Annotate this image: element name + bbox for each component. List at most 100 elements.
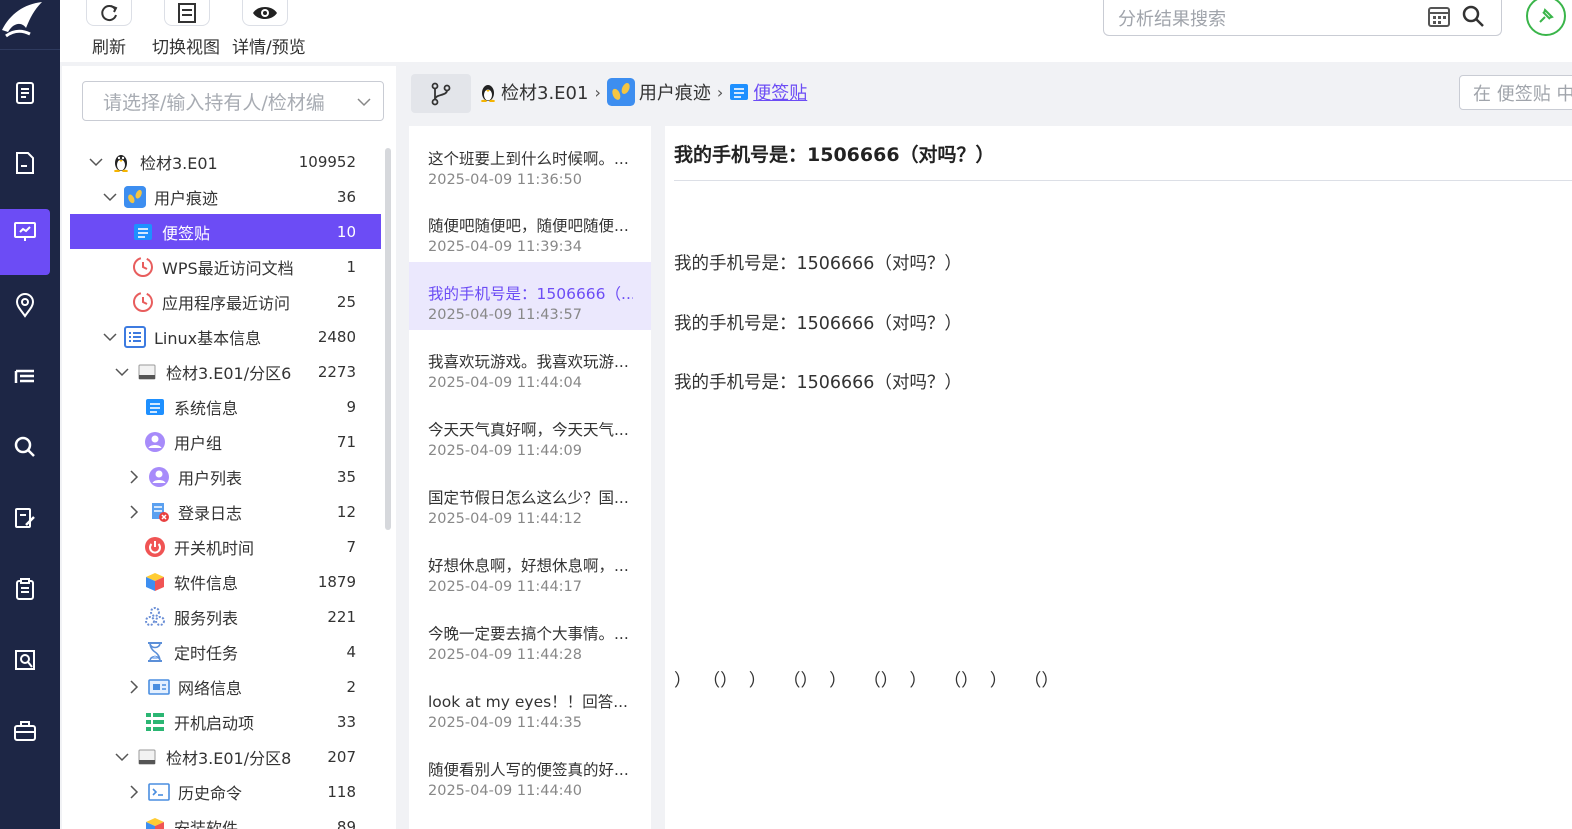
user-avatar-icon	[148, 466, 170, 488]
breadcrumb-item[interactable]: 用户痕迹	[639, 79, 711, 105]
chevron-right-icon[interactable]	[126, 784, 142, 800]
evidence-tree-panel: 请选择/输入持有人/检材编 检材3.E01 109952 用户痕迹 36 便签贴…	[62, 66, 396, 829]
note-detail-line: 我的手机号是：1506666（对吗？）	[674, 373, 962, 393]
tree-node-count: 25	[336, 292, 356, 311]
rail-case-button[interactable]	[0, 70, 50, 132]
tree-node-user-group[interactable]: 用户组 71	[70, 424, 381, 459]
note-detail-title: 我的手机号是：1506666（对吗？）	[674, 144, 995, 166]
chevron-right-icon[interactable]	[126, 679, 142, 695]
tree-node-wps-recent[interactable]: WPS最近访问文档 1	[70, 249, 381, 284]
tree-node-user-list[interactable]: 用户列表 35	[70, 459, 381, 494]
disk-icon	[136, 746, 158, 768]
tree-node-installed-software[interactable]: 安装软件 89	[70, 809, 381, 829]
document-icon	[16, 82, 34, 104]
tree-node-software[interactable]: 软件信息 1879	[70, 564, 381, 599]
tree-node-scheduled-tasks[interactable]: 定时任务 4	[70, 634, 381, 669]
power-icon	[144, 536, 166, 558]
tree-node-count: 207	[327, 747, 356, 766]
note-list-icon	[729, 82, 749, 102]
tree-node-login-log[interactable]: 登录日志 12	[70, 494, 381, 529]
tree-scrollbar[interactable]	[385, 148, 391, 530]
chevron-down-icon[interactable]	[114, 364, 130, 380]
list-item[interactable]: 今晚一定要去搞个大事情。... 2025-04-09 11:44:28	[409, 602, 651, 670]
detail-preview-button[interactable]: 详情/预览	[232, 0, 306, 58]
pin-button[interactable]	[1526, 0, 1566, 36]
result-search-input[interactable]: 分析结果搜索	[1103, 0, 1502, 36]
tree-node-evidence[interactable]: 检材3.E01 109952	[70, 144, 381, 179]
result-search-placeholder: 分析结果搜索	[1118, 8, 1226, 30]
rail-file-button[interactable]	[0, 140, 50, 202]
app-logo	[0, 0, 60, 50]
rail-report-button[interactable]	[0, 566, 50, 628]
tree-node-count: 221	[327, 607, 356, 626]
tree-node-power-time[interactable]: 开关机时间 7	[70, 529, 381, 564]
login-log-icon	[148, 501, 170, 523]
tree-node-network[interactable]: 网络信息 2	[70, 669, 381, 704]
chevron-down-icon[interactable]	[88, 154, 104, 170]
breadcrumb-current[interactable]: 便签贴	[753, 79, 807, 105]
rail-location-button[interactable]	[0, 282, 50, 344]
linux-penguin-icon	[110, 151, 132, 173]
tree-node-services[interactable]: 服务列表 221	[70, 599, 381, 634]
switch-view-label: 切换视图	[152, 38, 220, 58]
note-title: 这个班要上到什么时候啊。...	[428, 150, 629, 168]
note-time: 2025-04-09 11:36:50	[428, 172, 582, 188]
branch-icon	[431, 82, 451, 105]
tree-node-count: 7	[346, 537, 356, 556]
chevron-down-icon[interactable]	[114, 749, 130, 765]
list-item[interactable]: 这个班要上到什么时候啊。... 2025-04-09 11:36:50	[409, 126, 651, 194]
chevron-right-icon[interactable]	[126, 504, 142, 520]
tree-node-count: 1879	[317, 572, 356, 591]
tree-node-partition-6[interactable]: 检材3.E01/分区6 2273	[70, 354, 381, 389]
search-icon[interactable]	[1461, 4, 1485, 32]
rail-inspect-button[interactable]	[0, 637, 50, 699]
rail-notes-button[interactable]	[0, 495, 50, 557]
tree-node-count: 109952	[298, 152, 356, 171]
list-item[interactable]: look at my eyes！！回答... 2025-04-09 11:44:3…	[409, 670, 651, 738]
list-item[interactable]: 随便看别人写的便签真的好... 2025-04-09 11:44:40	[409, 738, 651, 806]
tree-node-sticky-notes[interactable]: 便签贴 10	[70, 214, 381, 249]
refresh-button[interactable]: 刷新	[86, 0, 132, 58]
list-item[interactable]: 随便吧随便吧，随便吧随便... 2025-04-09 11:39:34	[409, 194, 651, 262]
branch-button[interactable]	[411, 74, 471, 113]
tree-node-count: 2273	[317, 362, 356, 381]
nav-rail	[0, 0, 60, 829]
chevron-down-icon[interactable]	[102, 189, 118, 205]
note-time: 2025-04-09 11:44:28	[428, 647, 582, 663]
list-item-selected[interactable]: 我的手机号是：1506666（... 2025-04-09 11:43:57	[409, 262, 651, 330]
tree-node-history-commands[interactable]: 历史命令 118	[70, 774, 381, 809]
tree-node-count: 10	[336, 222, 356, 241]
note-detail-pane: 我的手机号是：1506666（对吗？） 我的手机号是：1506666（对吗？） …	[665, 126, 1572, 829]
chevron-down-icon[interactable]	[102, 329, 118, 345]
rail-analysis-button[interactable]	[0, 209, 50, 275]
chevron-right-icon[interactable]	[126, 469, 142, 485]
system-info-icon	[144, 396, 166, 418]
note-detail-line: ） （） ） （） ） （） ） （） ） （）	[674, 671, 1059, 691]
tree-node-system-info[interactable]: 系统信息 9	[70, 389, 381, 424]
tree-node-linux-info[interactable]: Linux基本信息 2480	[70, 319, 381, 354]
list-item[interactable]: 国定节假日怎么这么少？国... 2025-04-09 11:44:12	[409, 466, 651, 534]
tree-node-partition-8[interactable]: 检材3.E01/分区8 207	[70, 739, 381, 774]
note-time: 2025-04-09 11:44:09	[428, 443, 582, 459]
note-time: 2025-04-09 11:44:12	[428, 511, 582, 527]
toolbar: 刷新 切换视图 详情/预览 分析结果搜索	[60, 0, 1572, 62]
calendar-icon[interactable]	[1427, 4, 1451, 32]
switch-view-button[interactable]: 切换视图	[152, 0, 220, 58]
list-item[interactable]: 我喜欢玩游戏。我喜欢玩游... 2025-04-09 11:44:04	[409, 330, 651, 398]
in-category-search-input[interactable]: 在 便签贴 中	[1459, 75, 1572, 110]
footprints-icon	[124, 185, 146, 208]
breadcrumb-item[interactable]: 检材3.E01	[501, 79, 588, 105]
clipboard-icon	[16, 578, 34, 600]
note-detail-line: 我的手机号是：1506666（对吗？）	[674, 254, 962, 274]
list-item[interactable]: 今天天气真好啊，今天天气... 2025-04-09 11:44:09	[409, 398, 651, 466]
rail-toolbox-button[interactable]	[0, 708, 50, 770]
holder-select[interactable]: 请选择/输入持有人/检材编	[82, 81, 384, 121]
tree-node-app-recent[interactable]: 应用程序最近访问 25	[70, 284, 381, 319]
rail-search-button[interactable]	[0, 424, 50, 486]
tree-node-startup-items[interactable]: 开机启动项 33	[70, 704, 381, 739]
tree-node-count: 4	[346, 642, 356, 661]
tree-node-user-traces[interactable]: 用户痕迹 36	[70, 179, 381, 214]
list-item[interactable]: 好想休息啊，好想休息啊，... 2025-04-09 11:44:17	[409, 534, 651, 602]
note-title: 我喜欢玩游戏。我喜欢玩游...	[428, 353, 629, 371]
rail-list-button[interactable]	[0, 354, 50, 416]
